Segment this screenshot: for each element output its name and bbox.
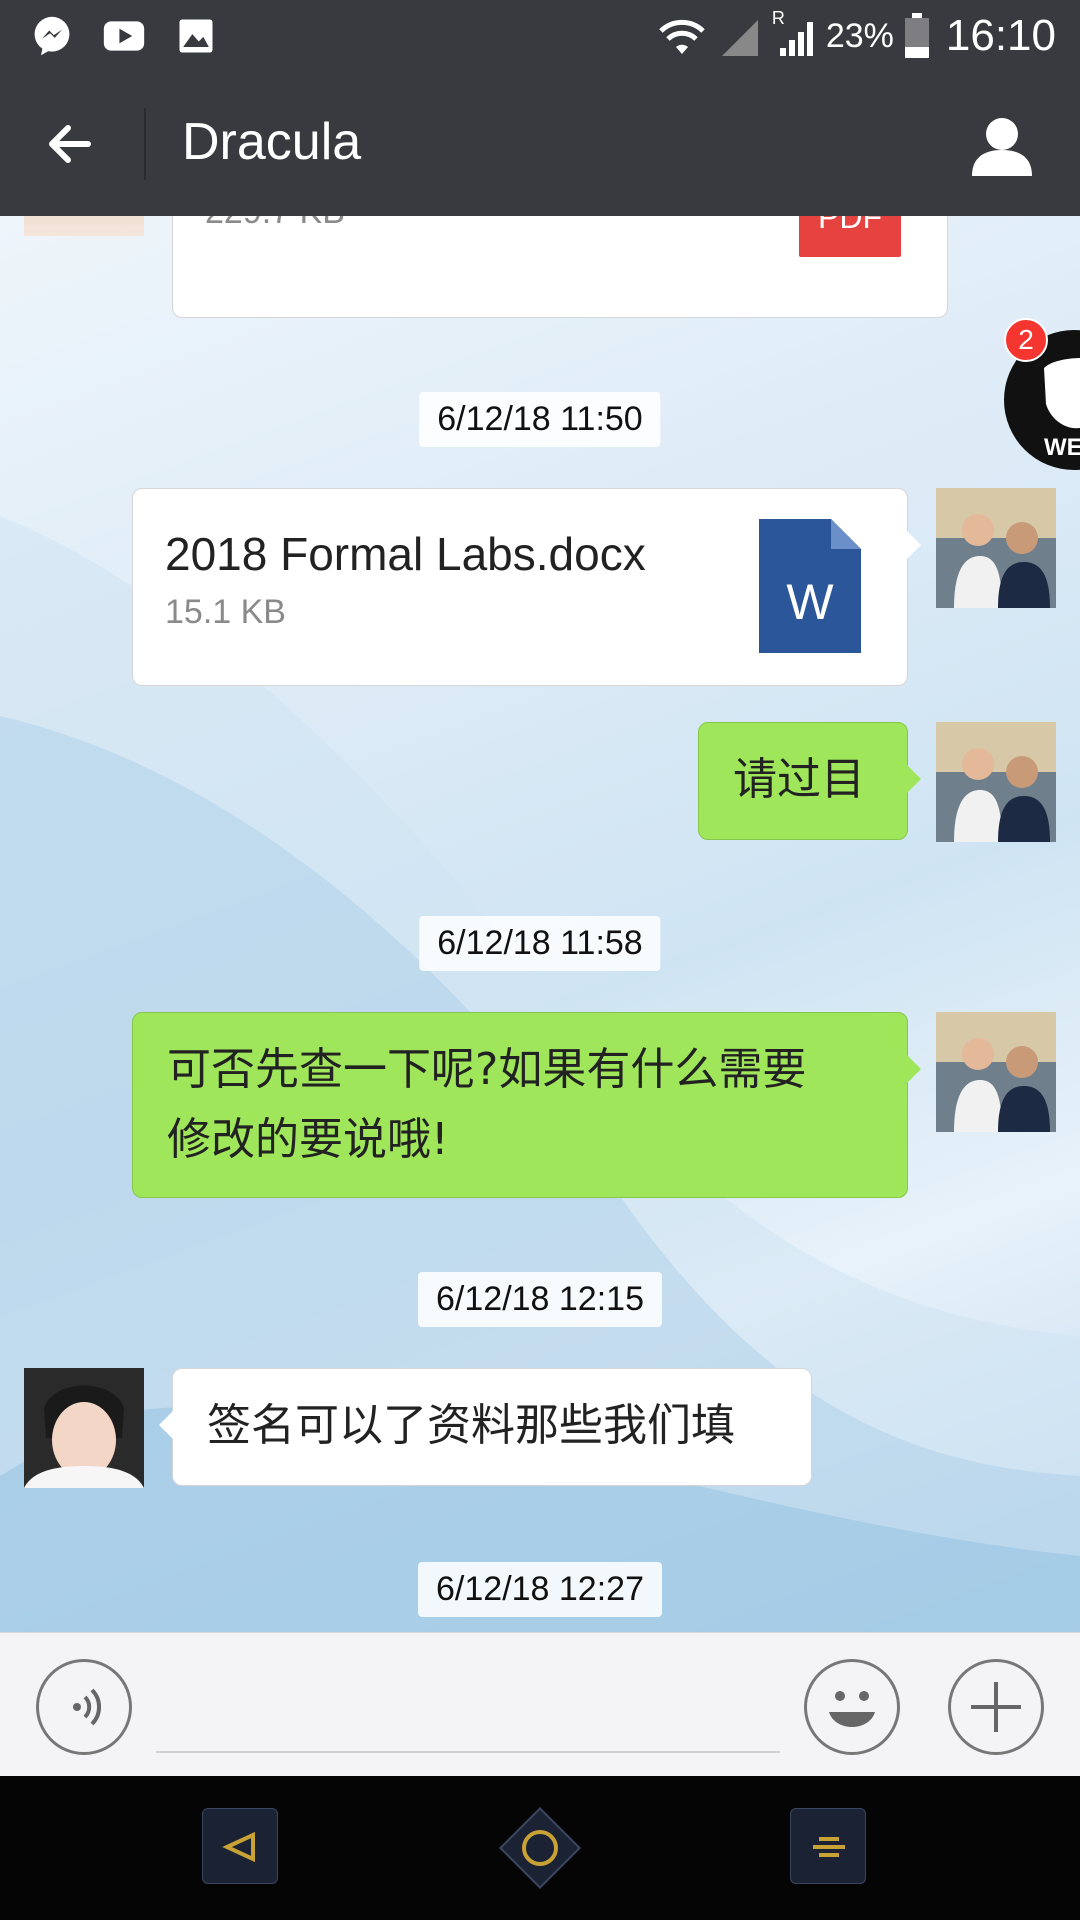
- emoji-button[interactable]: [804, 1659, 900, 1755]
- text-message[interactable]: 签名可以了资料那些我们填: [159, 1368, 812, 1486]
- unread-badge: 2: [1004, 318, 1048, 362]
- widget-label: WE: [1044, 434, 1080, 461]
- contact-avatar[interactable]: [24, 216, 144, 236]
- status-bar: R 23% 16:10: [0, 0, 1080, 72]
- my-avatar[interactable]: [936, 1012, 1056, 1132]
- unread-count: 2: [1018, 324, 1034, 355]
- timestamp: 6/12/18 12:27: [418, 1562, 662, 1617]
- chat-header: Dracula: [0, 72, 1080, 216]
- avatar-photo: [24, 1368, 144, 1488]
- floating-widget[interactable]: WE 2: [1004, 318, 1080, 478]
- my-avatar[interactable]: [936, 488, 1056, 608]
- gallery-icon: [179, 19, 213, 53]
- file-size: 229.7 KB: [205, 216, 345, 232]
- file-message-pdf[interactable]: 229.7 KB PDF: [172, 216, 948, 318]
- chat-title: Dracula: [182, 113, 362, 171]
- timestamp: 6/12/18 11:58: [419, 916, 661, 971]
- battery-percent: 23%: [825, 16, 894, 55]
- message-list[interactable]: 229.7 KB PDF 6/12/18 11:50 2018 Formal L…: [0, 216, 1080, 1632]
- message-input[interactable]: [156, 1751, 780, 1753]
- file-size: 15.1 KB: [165, 593, 286, 631]
- voice-icon: [73, 1688, 102, 1726]
- person-icon[interactable]: [968, 112, 1036, 180]
- pdf-label: PDF: [818, 216, 882, 235]
- contact-avatar[interactable]: [24, 1368, 144, 1488]
- youtube-icon: [103, 21, 145, 51]
- text-message[interactable]: 可否先查一下呢?如果有什么需要 修改的要说哦!: [132, 1012, 921, 1198]
- input-bar: [0, 1632, 1080, 1776]
- message-text: 请过目: [733, 754, 865, 805]
- file-message-docx[interactable]: 2018 Formal Labs.docx 15.1 KB W: [132, 488, 921, 686]
- text-message[interactable]: 请过目: [698, 722, 921, 840]
- more-button[interactable]: [948, 1659, 1044, 1755]
- nav-back-button[interactable]: [202, 1808, 278, 1884]
- system-nav-bar: [0, 1776, 1080, 1920]
- my-avatar[interactable]: [936, 722, 1056, 842]
- arrow-left-icon[interactable]: [36, 108, 108, 180]
- signal-icon: [721, 20, 758, 56]
- wifi-icon: [659, 19, 705, 54]
- timestamp: 6/12/18 12:15: [418, 1272, 662, 1327]
- nav-recents-button[interactable]: [790, 1808, 866, 1884]
- message-text-line1: 可否先查一下呢?如果有什么需要: [167, 1044, 807, 1095]
- back-triangle-icon: [222, 1831, 255, 1863]
- message-text: 签名可以了资料那些我们填: [207, 1400, 735, 1451]
- file-name: 2018 Formal Labs.docx: [165, 528, 646, 580]
- roaming-label: R: [771, 8, 785, 28]
- clock: 16:10: [945, 11, 1056, 60]
- voice-button[interactable]: [36, 1659, 132, 1755]
- avatar-photo: [936, 488, 1056, 608]
- header-divider: [144, 108, 146, 180]
- timestamp: 6/12/18 11:50: [419, 392, 661, 447]
- plus-icon: [971, 1682, 1021, 1732]
- emoji-icon: [829, 1691, 875, 1727]
- menu-lines-icon: [813, 1837, 845, 1857]
- status-right-group: R 23% 16:10: [656, 8, 1056, 62]
- avatar-photo: [936, 1012, 1056, 1132]
- messenger-icon: [34, 16, 70, 56]
- word-file-icon: W: [759, 519, 861, 653]
- word-badge-label: W: [786, 574, 834, 630]
- signal-roaming: R: [772, 8, 816, 58]
- message-text-line2: 修改的要说哦!: [167, 1114, 449, 1165]
- avatar-photo: [936, 722, 1056, 842]
- pdf-file-icon: PDF: [799, 216, 901, 257]
- battery-icon: [904, 13, 929, 58]
- nav-home-button[interactable]: [490, 1798, 590, 1898]
